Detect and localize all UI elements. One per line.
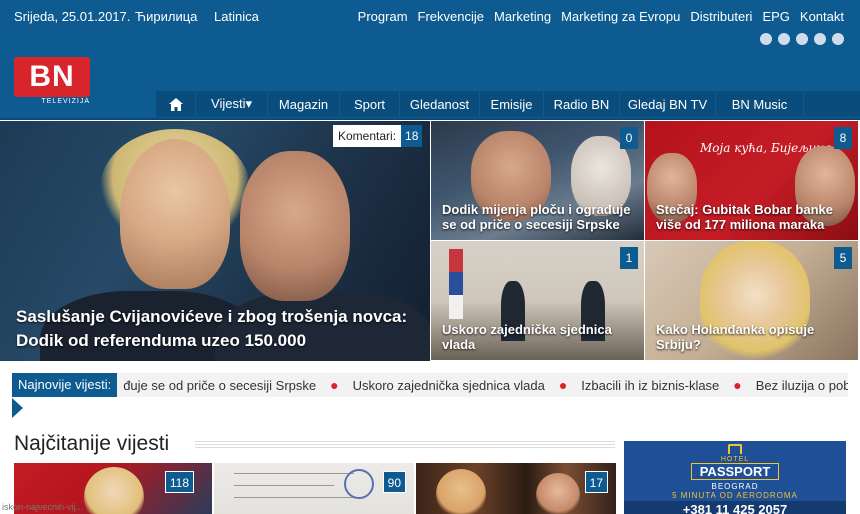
comments-label: Komentari: <box>333 125 402 147</box>
latin-link[interactable]: Latinica <box>214 9 259 24</box>
section-divider <box>195 440 615 448</box>
ad-phone: +381 11 425 2057 <box>624 501 846 514</box>
nav-vijesti[interactable]: Vijesti▾ <box>196 91 268 117</box>
nav-radio-bn[interactable]: Radio BN <box>544 91 620 117</box>
bn-logo[interactable]: BN TELEVIZIJA <box>14 57 90 107</box>
top-nav-distributeri[interactable]: Distributeri <box>690 9 752 24</box>
tile-title: Dodik mijenja ploču i ograđuje se od pri… <box>442 202 631 232</box>
cyrillic-link[interactable]: Ћирилица <box>135 9 197 24</box>
ticker-label: Najnovije vijesti: <box>12 373 118 397</box>
hero-photo-figure <box>120 139 230 289</box>
site-header: Srijeda, 25.01.2017. Ћирилица Latinica P… <box>0 0 860 120</box>
ticker-item[interactable]: đuje se od priče o secesiji Srpske <box>123 378 316 393</box>
thumb-photo <box>234 497 364 498</box>
news-tile[interactable]: 1 Uskoro zajednička sjednica vlada <box>431 241 644 360</box>
youtube-icon[interactable] <box>796 33 808 45</box>
bullet-icon: ● <box>733 377 742 393</box>
nav-gledaj-bn-tv[interactable]: Gledaj BN TV <box>620 91 716 117</box>
top-nav-frekvencije[interactable]: Frekvencije <box>418 9 484 24</box>
instagram-icon[interactable] <box>832 33 844 45</box>
current-date: Srijeda, 25.01.2017. <box>14 9 131 24</box>
latest-news-ticker: Najnovije vijesti: đuje se od priče o se… <box>12 373 848 397</box>
social-links <box>760 33 844 45</box>
top-nav-marketing-evropa[interactable]: Marketing za Evropu <box>561 9 680 24</box>
hero-article[interactable]: Komentari: 18 Saslušanje Cvijanovićeve i… <box>0 121 430 361</box>
top-nav-marketing[interactable]: Marketing <box>494 9 551 24</box>
tile-comment-count: 0 <box>620 127 638 149</box>
logo-subtitle: TELEVIZIJA <box>41 98 90 105</box>
thumb-photo <box>536 473 580 514</box>
tile-title: Uskoro zajednička sjednica vlada <box>442 322 612 352</box>
ticker-items: đuje se od priče o secesiji Srpske ● Usk… <box>117 377 848 393</box>
thumb-photo <box>436 469 486 514</box>
thumb-comment-count: 17 <box>584 471 608 493</box>
bullet-icon: ● <box>330 377 339 393</box>
most-read-item[interactable]: 90 <box>214 463 414 514</box>
tile-title: Stečaj: Gubitak Bobar banke više od 177 … <box>656 202 833 232</box>
news-tile[interactable]: 0 Dodik mijenja ploču i ograđuje se od p… <box>431 121 644 240</box>
hero-photo-figure <box>240 151 350 301</box>
nav-emisije[interactable]: Emisije <box>480 91 544 117</box>
ad-city: BEOGRAD <box>711 482 759 491</box>
top-nav-kontakt[interactable]: Kontakt <box>800 9 844 24</box>
top-nav: Program Frekvencije Marketing Marketing … <box>358 9 844 24</box>
hero-title[interactable]: Saslušanje Cvijanovićeve i zbog trošenja… <box>16 305 416 353</box>
hotel-logo-icon <box>728 444 742 454</box>
tile-photo <box>449 249 463 319</box>
most-read-item[interactable]: 17 <box>416 463 616 514</box>
top-nav-epg[interactable]: EPG <box>762 9 789 24</box>
thumb-comment-count: 90 <box>382 471 406 493</box>
comments-count: 18 <box>401 125 423 147</box>
thumb-photo <box>234 485 334 486</box>
nav-sport[interactable]: Sport <box>340 91 400 117</box>
tile-comment-count: 8 <box>834 127 852 149</box>
status-bar-url: iskon-najvecnih-vij... <box>2 502 84 512</box>
ticker-item[interactable]: Uskoro zajednička sjednica vlada <box>353 378 545 393</box>
tile-comment-count: 5 <box>834 247 852 269</box>
section-title: Najčitanije vijesti <box>14 432 170 455</box>
top-nav-program[interactable]: Program <box>358 9 408 24</box>
hotel-passport-ad[interactable]: HOTEL PASSPORT BEOGRAD 5 MINUTA OD AEROD… <box>624 441 846 514</box>
ad-distance: 5 MINUTA OD AERODROMA <box>672 491 798 500</box>
facebook-icon[interactable] <box>760 33 772 45</box>
twitter-icon[interactable] <box>778 33 790 45</box>
ticker-item[interactable]: Izbacili ih iz biznis-klase <box>581 378 719 393</box>
ad-hotel-name: PASSPORT <box>690 463 780 480</box>
hero-comments[interactable]: Komentari: 18 <box>333 125 423 147</box>
tile-comment-count: 1 <box>620 247 638 269</box>
thumb-comment-count: 118 <box>164 471 194 493</box>
thumb-photo <box>84 467 144 514</box>
ticker-play-icon[interactable] <box>12 398 23 418</box>
tile-title: Kako Holanđanka opisuje Srbiju? <box>656 322 815 352</box>
stamp-icon <box>344 469 374 499</box>
logo-letters: BN <box>14 57 90 97</box>
thumb-photo <box>234 473 354 474</box>
home-icon[interactable] <box>156 91 196 117</box>
flickr-icon[interactable] <box>814 33 826 45</box>
news-tile[interactable]: Моја кућа, Бијељина 8 Stečaj: Gubitak Bo… <box>645 121 858 240</box>
main-nav: Vijesti▾ Magazin Sport Gledanost Emisije… <box>156 91 860 117</box>
nav-bn-music[interactable]: BN Music <box>716 91 804 117</box>
bullet-icon: ● <box>558 377 568 393</box>
nav-magazin[interactable]: Magazin <box>268 91 340 117</box>
ticker-item[interactable]: Bez iluzija o pob <box>756 378 848 393</box>
news-tile[interactable]: 5 Kako Holanđanka opisuje Srbiju? <box>645 241 858 360</box>
ad-hotel-label: HOTEL <box>720 456 750 463</box>
nav-gledanost[interactable]: Gledanost <box>400 91 480 117</box>
